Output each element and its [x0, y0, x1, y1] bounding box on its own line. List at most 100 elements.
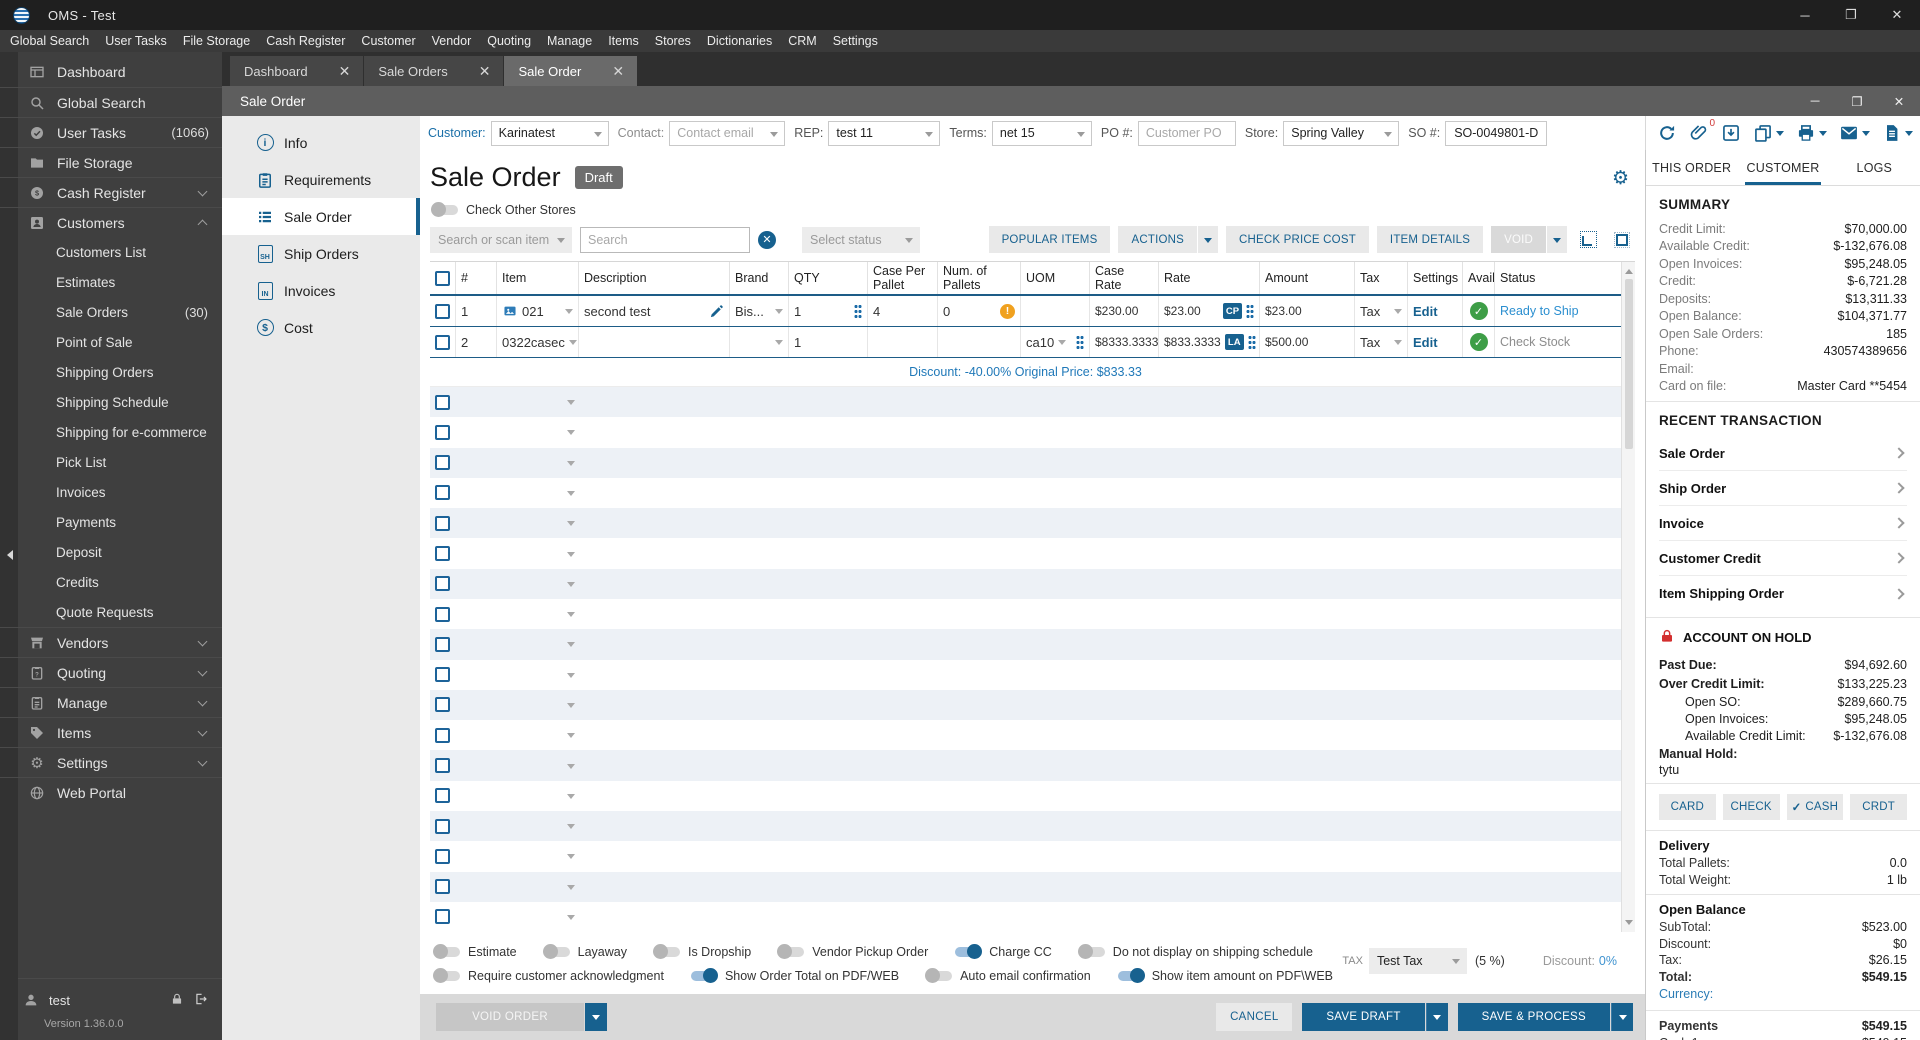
empty-table-row[interactable] — [430, 689, 1621, 721]
column-header[interactable]: Item — [496, 262, 578, 294]
restore-button[interactable]: ❐ — [1828, 0, 1874, 30]
empty-table-row[interactable] — [430, 841, 1621, 871]
order-nav-sale-order[interactable]: Sale Order — [222, 198, 420, 235]
scrollbar-thumb[interactable] — [1624, 279, 1633, 449]
row-checkbox[interactable] — [430, 327, 455, 357]
payment-method-button[interactable]: CARD — [1659, 794, 1716, 820]
status-cell[interactable]: Ready to Ship — [1494, 296, 1621, 326]
print-icon[interactable] — [1796, 123, 1827, 143]
column-header[interactable]: Num. of Pallets — [937, 262, 1020, 294]
column-header[interactable]: Avail — [1462, 262, 1495, 294]
row-checkbox[interactable] — [435, 909, 450, 925]
empty-table-row[interactable] — [430, 871, 1621, 902]
empty-table-row[interactable] — [430, 478, 1621, 508]
document-tab[interactable]: Sale Orders ✕ — [364, 56, 504, 86]
empty-table-row[interactable] — [430, 660, 1621, 690]
row-checkbox[interactable] — [435, 727, 450, 743]
item-select[interactable]: 0322casec — [496, 327, 578, 357]
row-checkbox[interactable] — [435, 818, 450, 834]
sidebar-item-items[interactable]: Items — [0, 717, 222, 747]
download-icon[interactable] — [1721, 123, 1741, 143]
column-header[interactable]: Status — [1494, 262, 1621, 294]
logout-icon[interactable] — [194, 992, 208, 1009]
tax-select[interactable]: Test Tax — [1368, 948, 1467, 974]
row-checkbox[interactable] — [435, 576, 450, 592]
currency-link[interactable]: Currency: — [1659, 987, 1907, 1004]
inner-minimize-button[interactable]: ─ — [1794, 86, 1836, 116]
sidebar-subitem[interactable]: Customers List — [0, 237, 222, 267]
column-header[interactable]: Case Per Pallet — [867, 262, 937, 294]
item-dropdown-icon[interactable] — [567, 793, 575, 803]
empty-table-row[interactable] — [430, 902, 1621, 932]
row-checkbox[interactable] — [435, 485, 450, 501]
sidebar-subitem[interactable]: Sale Orders (30) — [0, 297, 222, 327]
item-dropdown-icon[interactable] — [567, 763, 575, 773]
drag-dots-icon[interactable] — [1247, 334, 1256, 350]
row-checkbox[interactable] — [435, 848, 450, 864]
column-header[interactable]: Brand — [729, 262, 788, 294]
tax-select[interactable]: Tax — [1354, 296, 1407, 326]
case-per-pallet-cell[interactable] — [867, 327, 937, 357]
option-toggle[interactable]: Show item amount on PDF\WEB — [1117, 968, 1333, 983]
row-checkbox[interactable] — [430, 296, 455, 326]
popular-items-button[interactable]: POPULAR ITEMS — [988, 226, 1111, 253]
row-checkbox[interactable] — [435, 424, 450, 440]
check-other-stores-toggle[interactable]: Check Other Stores — [431, 202, 576, 217]
search-input[interactable] — [580, 226, 750, 253]
attachment-icon[interactable]: 0 — [1689, 118, 1715, 143]
sidebar-item-vendors[interactable]: Vendors — [0, 627, 222, 657]
payment-method-button[interactable]: CHECK — [1722, 794, 1780, 820]
qty-cell[interactable]: 1 — [788, 327, 867, 357]
item-dropdown-icon[interactable] — [567, 521, 575, 530]
save-draft-menu-button[interactable] — [1425, 1003, 1448, 1031]
row-checkbox[interactable] — [435, 546, 450, 562]
menu-item[interactable]: Items — [600, 34, 647, 48]
uom-cell[interactable] — [1020, 296, 1089, 326]
select-all-checkbox[interactable] — [430, 262, 455, 294]
option-toggle[interactable]: Charge CC — [955, 944, 1052, 959]
sidebar-item-user-tasks[interactable]: User Tasks (1066) — [0, 117, 222, 147]
menu-item[interactable]: Stores — [647, 34, 699, 48]
menu-item[interactable]: Vendor — [424, 34, 480, 48]
sidebar-subitem[interactable]: Deposit — [0, 537, 222, 567]
row-checkbox[interactable] — [435, 667, 450, 683]
item-dropdown-icon[interactable] — [567, 824, 575, 833]
option-toggle[interactable]: Vendor Pickup Order — [777, 944, 928, 959]
empty-table-row[interactable] — [430, 750, 1621, 781]
description-cell[interactable] — [578, 327, 729, 357]
terms-select[interactable]: net 15 — [991, 120, 1092, 146]
sidebar-item-file-storage[interactable]: File Storage — [0, 147, 222, 177]
column-header[interactable]: # — [455, 262, 496, 294]
inner-restore-button[interactable]: ❐ — [1836, 86, 1878, 116]
item-dropdown-icon[interactable] — [567, 460, 575, 470]
barcode-scan-icon[interactable] — [1575, 227, 1601, 253]
item-dropdown-icon[interactable] — [567, 854, 575, 863]
recent-transaction-link[interactable]: Ship Order — [1659, 471, 1907, 506]
email-icon[interactable] — [1839, 123, 1870, 143]
actions-menu-button[interactable] — [1197, 226, 1218, 253]
column-header[interactable]: Tax — [1354, 262, 1407, 294]
row-checkbox[interactable] — [435, 879, 450, 895]
menu-item[interactable]: Cash Register — [258, 34, 353, 48]
item-dropdown-icon[interactable] — [567, 672, 575, 682]
item-dropdown-icon[interactable] — [567, 581, 575, 591]
sidebar-subitem[interactable]: Invoices — [0, 477, 222, 507]
description-cell[interactable]: second test — [578, 296, 729, 326]
item-details-button[interactable]: ITEM DETAILS — [1376, 226, 1484, 253]
item-select[interactable]: 021 — [496, 296, 578, 326]
column-header[interactable]: Rate — [1158, 262, 1259, 294]
menu-item[interactable]: Dictionaries — [699, 34, 780, 48]
store-select[interactable]: Spring Valley — [1283, 120, 1400, 146]
item-image-icon[interactable] — [502, 304, 518, 318]
row-checkbox[interactable] — [435, 394, 450, 410]
document-tab[interactable]: Dashboard ✕ — [230, 56, 364, 86]
menu-item[interactable]: User Tasks — [97, 34, 175, 48]
tab-close-icon[interactable]: ✕ — [336, 63, 354, 80]
item-dropdown-icon[interactable] — [567, 612, 575, 621]
item-dropdown-icon[interactable] — [567, 490, 575, 500]
row-checkbox[interactable] — [435, 758, 450, 774]
empty-table-row[interactable] — [430, 417, 1621, 447]
recent-transaction-link[interactable]: Item Shipping Order — [1659, 576, 1907, 611]
sync-icon[interactable] — [1657, 123, 1677, 143]
tax-select[interactable]: Tax — [1354, 327, 1407, 357]
